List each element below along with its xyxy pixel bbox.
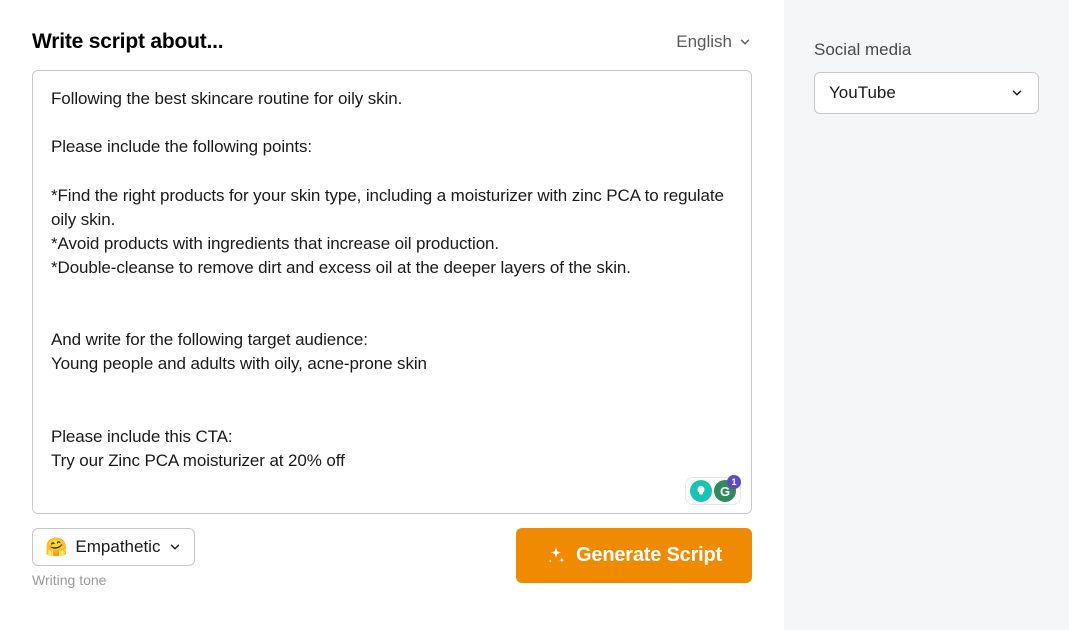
language-value: English <box>676 32 732 52</box>
social-media-value: YouTube <box>829 83 896 103</box>
chevron-down-icon <box>168 540 182 554</box>
social-media-label: Social media <box>814 40 1039 60</box>
generate-script-button[interactable]: Generate Script <box>516 528 752 583</box>
script-input-container: Following the best skincare routine for … <box>32 70 752 514</box>
hint-icon[interactable] <box>690 480 712 502</box>
social-media-select[interactable]: YouTube <box>814 72 1039 114</box>
page-title: Write script about... <box>32 30 223 54</box>
tone-value: Empathetic <box>75 537 160 557</box>
language-select[interactable]: English <box>676 32 752 52</box>
hug-emoji-icon: 🤗 <box>45 538 67 556</box>
tone-select[interactable]: 🤗 Empathetic <box>32 528 195 566</box>
sparkle-icon <box>546 546 566 566</box>
assistant-badges: G 1 <box>685 477 741 505</box>
script-textarea[interactable]: Following the best skincare routine for … <box>33 71 751 513</box>
grammarly-icon[interactable]: G 1 <box>714 480 736 502</box>
chevron-down-icon <box>1010 86 1024 100</box>
generate-button-label: Generate Script <box>576 544 722 567</box>
chevron-down-icon <box>738 35 752 49</box>
grammarly-count-badge: 1 <box>727 475 741 489</box>
tone-caption: Writing tone <box>32 572 195 588</box>
